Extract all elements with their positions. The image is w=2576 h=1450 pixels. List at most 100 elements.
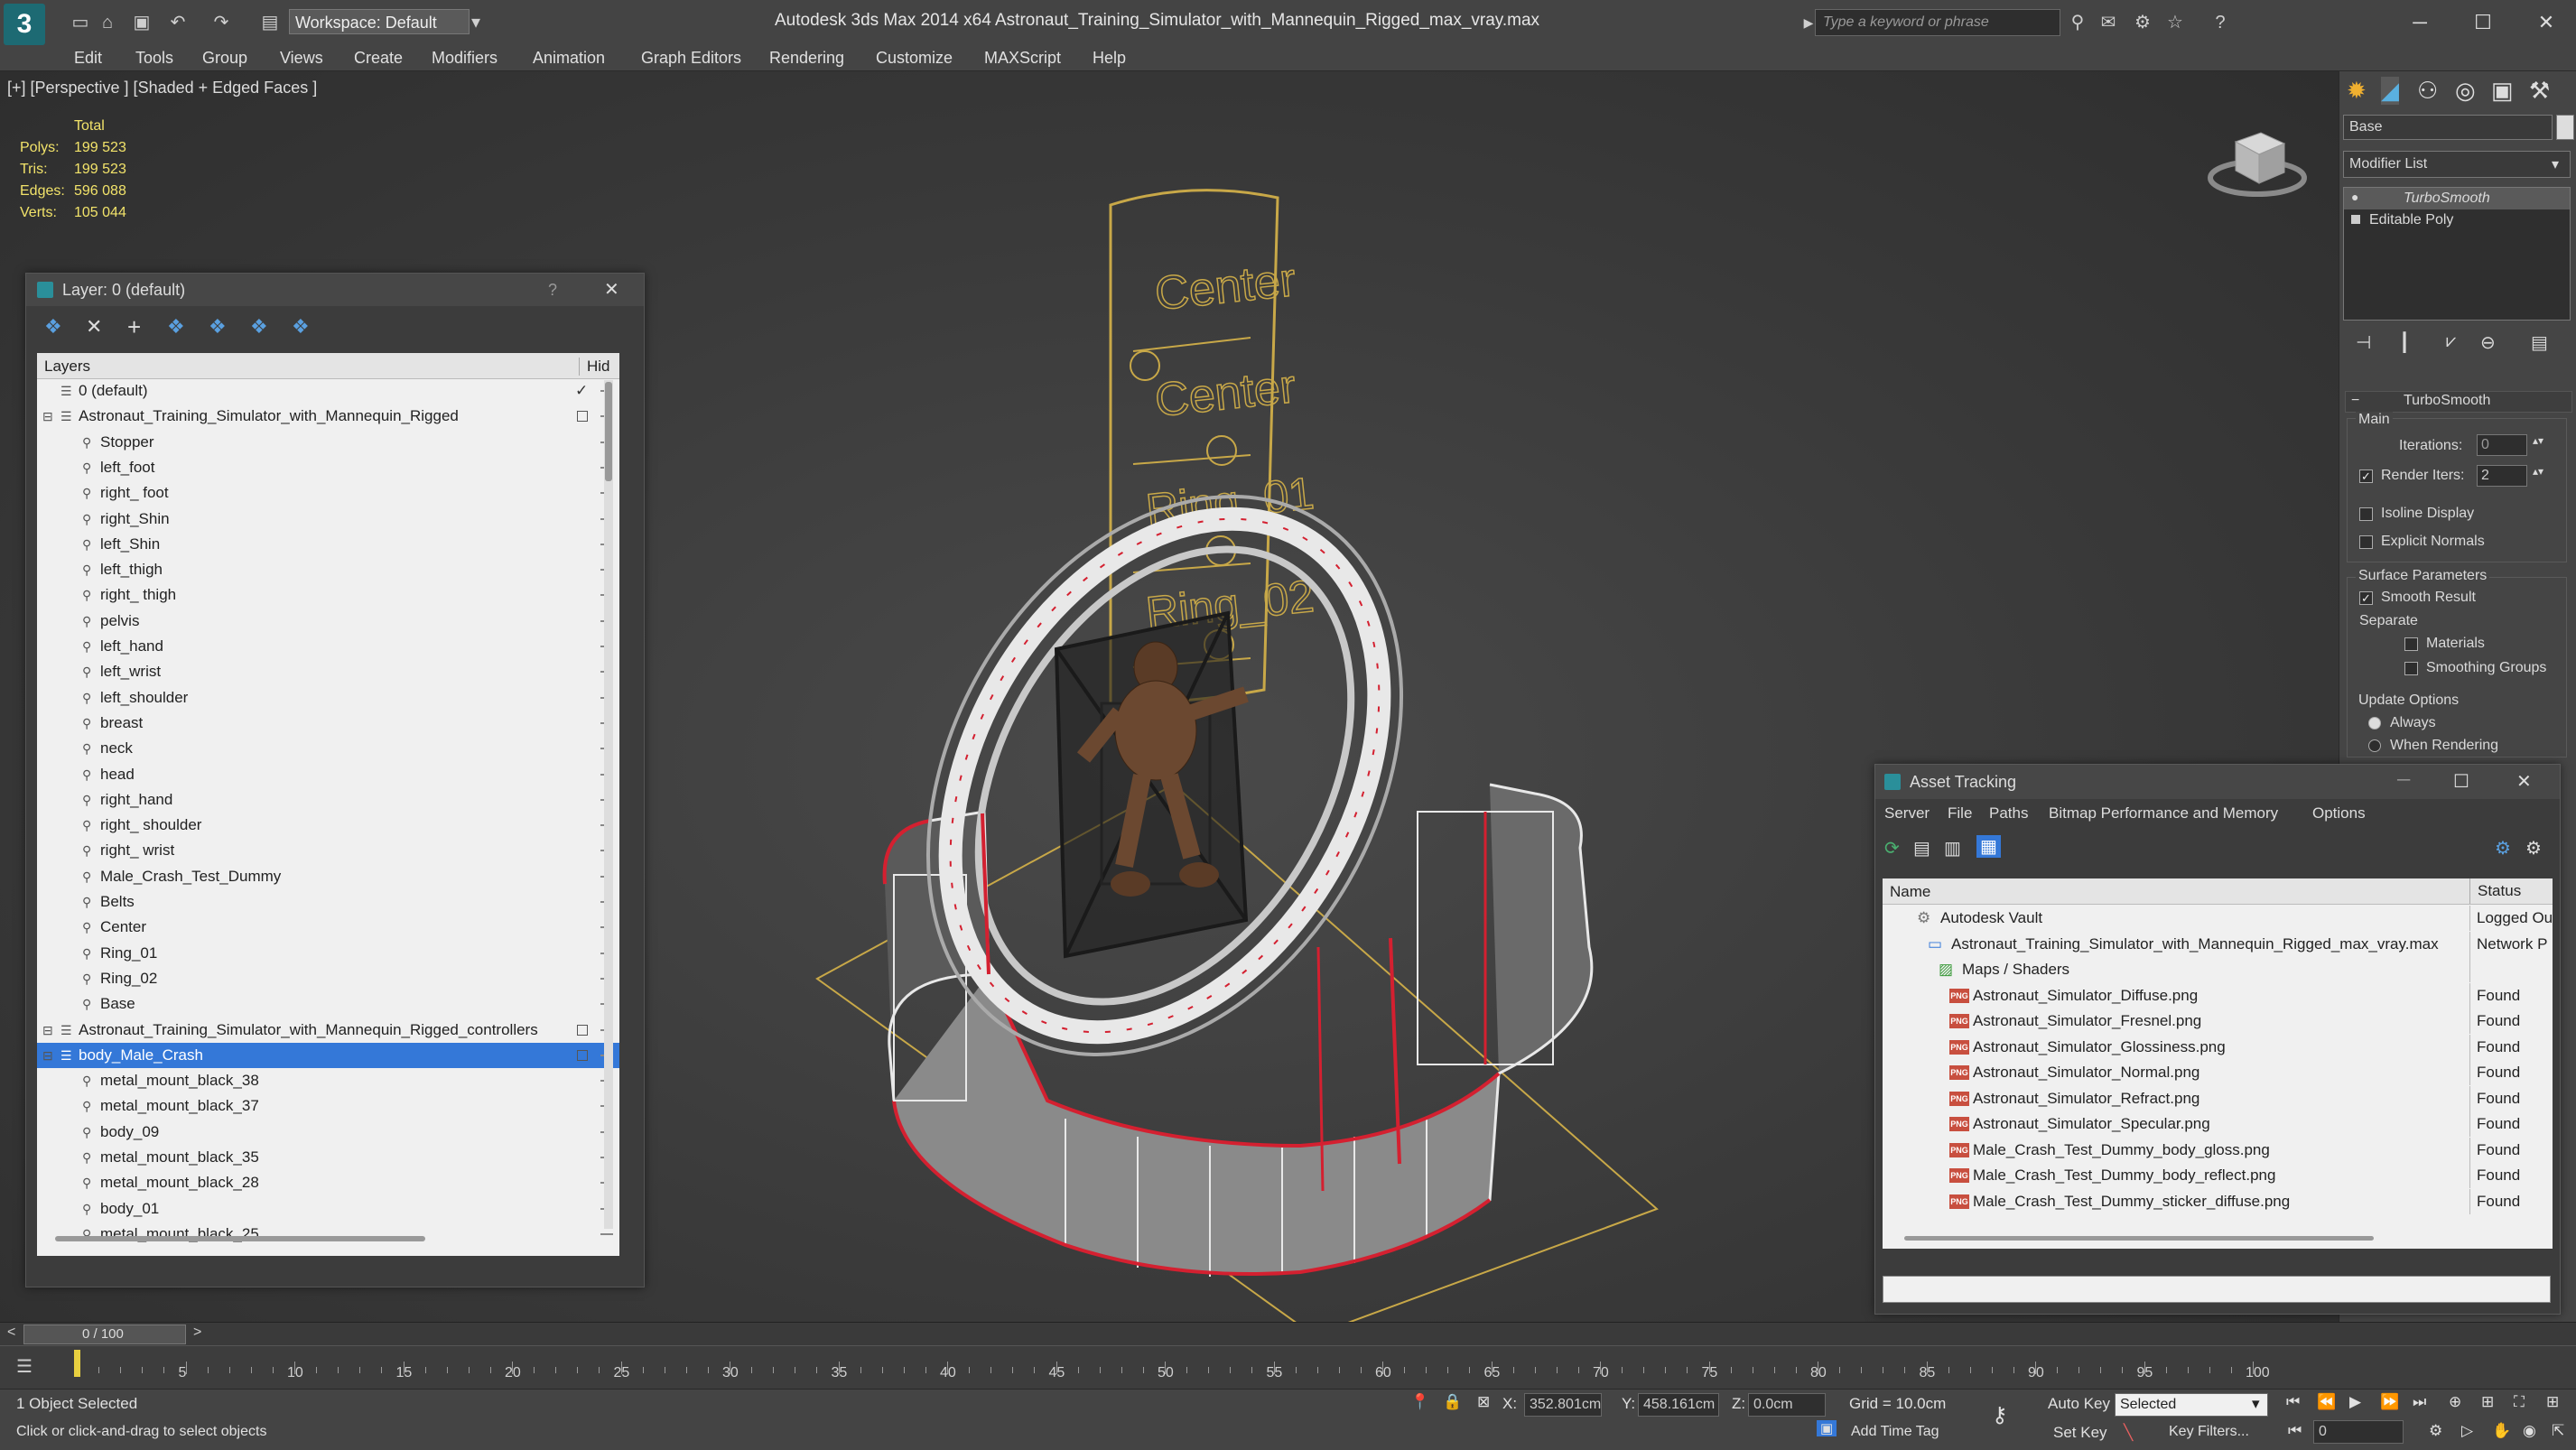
iterations-spinner-icon[interactable]: ▴▾: [2533, 434, 2543, 447]
column-header-name[interactable]: Name: [1890, 883, 1930, 901]
layer-object-row[interactable]: ⚲ Center: [37, 915, 619, 940]
key-filters-button[interactable]: Key Filters...: [2169, 1424, 2249, 1440]
redo-icon[interactable]: ↷: [211, 13, 231, 33]
layer-object-row[interactable]: ⚲ metal_mount_black_38: [37, 1068, 619, 1093]
layer-object-row[interactable]: ⚲ Base: [37, 991, 619, 1017]
time-slider-thumb[interactable]: 0 / 100: [23, 1325, 186, 1344]
layer-panel-header[interactable]: Layer: 0 (default) ? ✕: [26, 274, 644, 306]
subscription-icon[interactable]: ⚙: [2133, 13, 2153, 33]
help-icon[interactable]: ?: [2210, 13, 2230, 33]
asset-menu-options[interactable]: Options: [2312, 804, 2366, 823]
time-slider-next[interactable]: >: [193, 1325, 201, 1341]
project-folder-icon[interactable]: ▤: [260, 13, 280, 33]
asset-row[interactable]: PNG Astronaut_Simulator_Refract.png Found: [1883, 1085, 2553, 1111]
maximize-viewport-icon[interactable]: ⇱: [2552, 1422, 2564, 1440]
make-unique-icon[interactable]: ⩗: [2446, 331, 2456, 352]
show-end-result-icon[interactable]: ┃: [2399, 331, 2410, 354]
track-bar[interactable]: ☰: [0, 1345, 2576, 1390]
menu-create[interactable]: Create: [354, 49, 403, 68]
detail-view-icon[interactable]: ▥: [1944, 837, 1961, 860]
go-to-end-icon[interactable]: ⏭: [2413, 1393, 2426, 1411]
layer-object-row[interactable]: ⚲ left_foot: [37, 455, 619, 480]
time-tag-icon[interactable]: ▣: [1817, 1420, 1837, 1436]
open-file-icon[interactable]: ⌂: [98, 13, 117, 33]
favorites-star-icon[interactable]: ☆: [2165, 13, 2185, 33]
render-iters-spinner-icon[interactable]: ▴▾: [2533, 465, 2543, 478]
asset-menu-file[interactable]: File: [1948, 804, 1972, 823]
view-cube-icon[interactable]: [2194, 107, 2320, 207]
create-tab-icon[interactable]: ✹: [2347, 77, 2367, 105]
undo-icon[interactable]: ↶: [168, 13, 188, 33]
menu-modifiers[interactable]: Modifiers: [432, 49, 498, 68]
layer-create-icon[interactable]: ❖: [44, 315, 62, 339]
play-icon[interactable]: ▶: [2349, 1393, 2361, 1411]
help-icon[interactable]: ⚙: [2495, 837, 2511, 860]
asset-row[interactable]: PNG Astronaut_Simulator_Glossiness.png Fou…: [1883, 1034, 2553, 1060]
pin-stack-icon[interactable]: ⊣: [2356, 331, 2371, 354]
remove-modifier-icon[interactable]: ⊖: [2480, 331, 2496, 354]
x-coordinate-field[interactable]: 352.801cm: [1524, 1393, 1602, 1417]
absolute-mode-icon[interactable]: ⊠: [1477, 1393, 1490, 1411]
asset-menu-bitmap-performance[interactable]: Bitmap Performance and Memory: [2049, 804, 2278, 823]
layer-object-row[interactable]: ⚲ metal_mount_black_28: [37, 1170, 619, 1195]
menu-edit[interactable]: Edit: [74, 49, 102, 68]
menu-animation[interactable]: Animation: [533, 49, 605, 68]
menu-views[interactable]: Views: [280, 49, 323, 68]
isolate-icon[interactable]: 📍: [1410, 1393, 1429, 1411]
asset-path-field[interactable]: [1883, 1276, 2551, 1303]
asset-menu-server[interactable]: Server: [1884, 804, 1930, 823]
layer-object-row[interactable]: ⚲ left_thigh: [37, 557, 619, 582]
menu-group[interactable]: Group: [202, 49, 247, 68]
modify-tab-icon[interactable]: ◢: [2381, 77, 2399, 105]
add-time-tag-button[interactable]: Add Time Tag: [1851, 1424, 1939, 1440]
layer-object-row[interactable]: ⚲ Ring_02: [37, 966, 619, 991]
hide-all-layers-icon[interactable]: ❖: [250, 315, 268, 339]
utilities-tab-icon[interactable]: ⚒: [2529, 77, 2550, 105]
search-input[interactable]: Type a keyword or phrase: [1815, 9, 2060, 36]
chevron-down-icon[interactable]: ▾: [2252, 1395, 2260, 1413]
key-set-dropdown[interactable]: Selected: [2115, 1393, 2268, 1417]
menu-graph-editors[interactable]: Graph Editors: [641, 49, 741, 68]
orbit-icon[interactable]: ◉: [2523, 1422, 2536, 1440]
zoom-extents-icon[interactable]: ⛶: [2514, 1393, 2525, 1411]
layer-row[interactable]: ⊟ ☰ Astronaut_Training_Simulator_with_Mann…: [37, 404, 619, 429]
menu-tools[interactable]: Tools: [135, 49, 173, 68]
layer-object-row[interactable]: ⚲ right_ foot: [37, 480, 619, 506]
go-to-start-icon[interactable]: ⏮: [2286, 1393, 2300, 1411]
asset-row[interactable]: ▭ Astronaut_Training_Simulator_with_Manne…: [1883, 931, 2553, 957]
time-slider-bar[interactable]: < 0 / 100 >: [0, 1322, 2576, 1346]
column-header-hide[interactable]: Hid: [579, 358, 610, 376]
asset-list[interactable]: Name Status ⚙ Autodesk Vault Logged Ou ▭ Ast…: [1883, 878, 2553, 1249]
close-icon[interactable]: ✕: [2528, 5, 2564, 40]
freeze-all-layers-icon[interactable]: ❖: [292, 315, 310, 339]
layer-object-row[interactable]: ⚲ right_ shoulder: [37, 813, 619, 838]
modifier-list-dropdown[interactable]: Modifier List ▾: [2343, 151, 2571, 178]
asset-row[interactable]: PNG Astronaut_Simulator_Diffuse.png Found: [1883, 982, 2553, 1008]
close-icon[interactable]: ✕: [2516, 770, 2532, 793]
new-file-icon[interactable]: ▭: [70, 13, 90, 33]
save-icon[interactable]: ▣: [132, 13, 152, 33]
object-color-swatch[interactable]: [2556, 115, 2574, 140]
asset-horizontal-scrollbar[interactable]: [1904, 1236, 2374, 1241]
modifier-stack-item-editable-poly[interactable]: Editable Poly: [2344, 209, 2570, 231]
expand-collapse-icon[interactable]: ⊟: [42, 1018, 53, 1043]
set-key-button[interactable]: Set Key: [2053, 1424, 2107, 1442]
minimize-icon[interactable]: ─: [2397, 770, 2410, 791]
delete-icon[interactable]: ✕: [86, 315, 102, 339]
menu-customize[interactable]: Customize: [876, 49, 953, 68]
layer-object-row[interactable]: ⚲ Ring_01: [37, 941, 619, 966]
always-radio[interactable]: [2368, 717, 2381, 730]
asset-menu-paths[interactable]: Paths: [1989, 804, 2028, 823]
isoline-display-checkbox[interactable]: [2359, 507, 2373, 521]
asset-row[interactable]: PNG Astronaut_Simulator_Specular.png Found: [1883, 1111, 2553, 1137]
layer-vertical-scrollbar[interactable]: [604, 380, 613, 1229]
asset-row[interactable]: PNG Astronaut_Simulator_Fresnel.png Found: [1883, 1008, 2553, 1034]
render-iters-checkbox[interactable]: ✓: [2359, 469, 2373, 483]
asset-row[interactable]: ▨ Maps / Shaders: [1883, 957, 2553, 982]
asset-tracking-header[interactable]: Asset Tracking ─ ☐ ✕: [1875, 765, 2560, 799]
layer-row[interactable]: ⊟ ☰ body_Male_Crash: [37, 1042, 619, 1068]
scrollbar-thumb[interactable]: [605, 382, 612, 481]
column-header-status[interactable]: Status: [2469, 878, 2521, 904]
motion-tab-icon[interactable]: ◎: [2455, 77, 2476, 105]
layer-object-row[interactable]: ⚲ left_Shin: [37, 532, 619, 557]
